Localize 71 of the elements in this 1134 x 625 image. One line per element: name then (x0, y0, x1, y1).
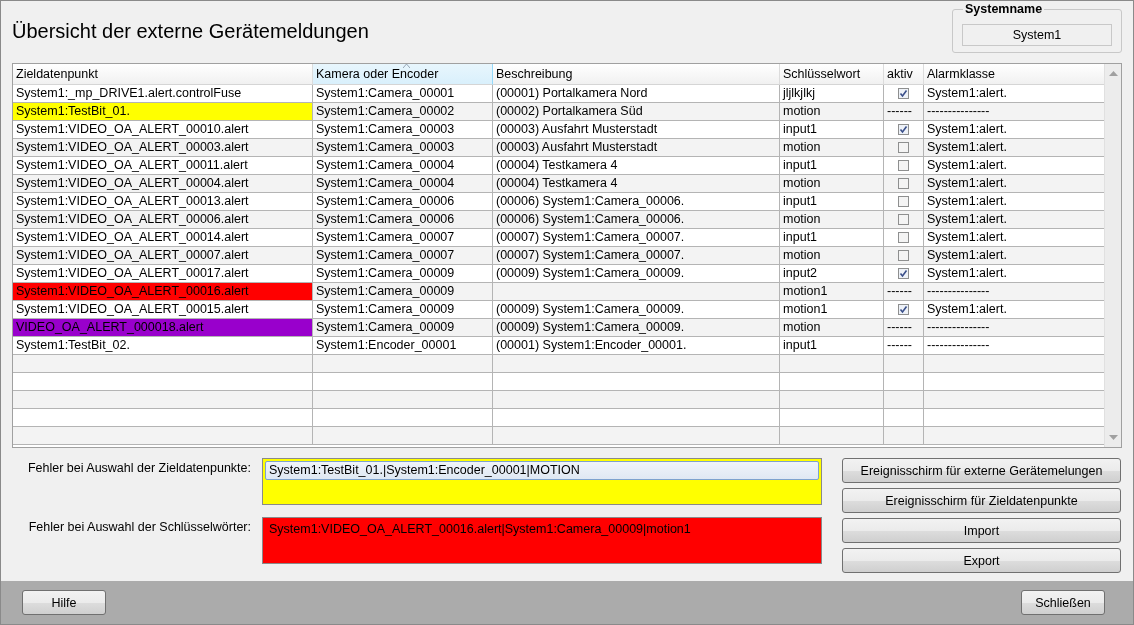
table-cell: System1:Camera_00009 (313, 319, 493, 337)
scrollbar[interactable] (1104, 64, 1121, 447)
checkbox[interactable] (898, 124, 909, 135)
table-cell: ------ (884, 103, 924, 121)
table-row[interactable]: VIDEO_OA_ALERT_000018.alert System1:Camera_00009 (00009) System1:Camera_00009. motion ------ --------------- (13, 319, 1104, 337)
column-header[interactable]: Schlüsselwort (780, 64, 884, 85)
checkbox[interactable] (898, 196, 909, 207)
checkbox[interactable] (898, 178, 909, 189)
table-cell: VIDEO_OA_ALERT_000018.alert (13, 319, 313, 337)
table-cell: (00007) System1:Camera_00007. (493, 247, 780, 265)
checkbox[interactable] (898, 304, 909, 315)
checkbox[interactable] (898, 250, 909, 261)
checkbox[interactable] (898, 160, 909, 171)
action-button[interactable]: Import (842, 518, 1121, 543)
action-button[interactable]: Ereignisschirm für Zieldatenpunkte (842, 488, 1121, 513)
action-button[interactable]: Ereignisschirm für externe Gerätemelungen (842, 458, 1121, 483)
action-button[interactable]: Export (842, 548, 1121, 573)
table-cell: motion (780, 211, 884, 229)
checkbox[interactable] (898, 214, 909, 225)
error-list-item[interactable]: System1:TestBit_01.|System1:Encoder_00001|MOTION (265, 461, 819, 480)
error-label: Fehler bei Auswahl der Schlüsselwörter: (27, 519, 252, 536)
table-cell: System1:VIDEO_OA_ALERT_00006.alert (13, 211, 313, 229)
table-cell: System1:VIDEO_OA_ALERT_00007.alert (13, 247, 313, 265)
table-cell: motion (780, 103, 884, 121)
table-cell: motion (780, 319, 884, 337)
checkbox[interactable] (898, 232, 909, 243)
error-list[interactable]: System1:TestBit_01.|System1:Encoder_00001|MOTION (262, 458, 822, 505)
table-cell: System1:VIDEO_OA_ALERT_00004.alert (13, 175, 313, 193)
group-label: Systemname (963, 2, 1045, 16)
checkbox[interactable] (898, 88, 909, 99)
table-row[interactable]: System1:VIDEO_OA_ALERT_00004.alert System1:Camera_00004 (00004) Testkamera 4 motion System1:alert. (13, 175, 1104, 193)
table-cell: (00009) System1:Camera_00009. (493, 319, 780, 337)
table-cell: motion (780, 175, 884, 193)
table-cell: (00006) System1:Camera_00006. (493, 211, 780, 229)
table-cell: System1:Camera_00003 (313, 139, 493, 157)
table-cell: motion1 (780, 283, 884, 301)
table-cell: System1:Camera_00004 (313, 175, 493, 193)
error-list[interactable]: System1:VIDEO_OA_ALERT_00016.alert|System1:Camera_00009|motion1 (262, 517, 822, 564)
system-name-field: System1 (962, 24, 1112, 46)
help-button[interactable]: Hilfe (22, 590, 106, 615)
table-row[interactable]: System1:TestBit_01. System1:Camera_00002 (00002) Portalkamera Süd motion ------ --------------- (13, 103, 1104, 121)
table-cell: System1:TestBit_01. (13, 103, 313, 121)
table-row[interactable]: System1:VIDEO_OA_ALERT_00007.alert System1:Camera_00007 (00007) System1:Camera_00007. motion System1:alert. (13, 247, 1104, 265)
column-header[interactable]: Beschreibung (493, 64, 780, 85)
column-header[interactable]: Kamera oder Encoder (313, 64, 493, 85)
scroll-down-icon[interactable] (1108, 435, 1118, 441)
table-cell: (00004) Testkamera 4 (493, 175, 780, 193)
close-button[interactable]: Schließen (1021, 590, 1105, 615)
table-row[interactable]: System1:VIDEO_OA_ALERT_00003.alert System1:Camera_00003 (00003) Ausfahrt Musterstadt motion System1:alert. (13, 139, 1104, 157)
table-cell: ------ (884, 283, 924, 301)
table-row[interactable]: System1:VIDEO_OA_ALERT_00006.alert System1:Camera_00006 (00006) System1:Camera_00006. motion System1:alert. (13, 211, 1104, 229)
table-cell: motion (780, 247, 884, 265)
table-cell: ------ (884, 319, 924, 337)
error-label: Fehler bei Auswahl der Zieldatenpunkte: (26, 460, 252, 477)
table-cell: motion (780, 139, 884, 157)
column-header[interactable]: aktiv (884, 64, 924, 85)
table-row[interactable]: System1:VIDEO_OA_ALERT_00016.alert System1:Camera_00009 motion1 ------ --------------- (13, 283, 1104, 301)
table-cell: (00003) Ausfahrt Musterstadt (493, 139, 780, 157)
table-cell: System1:VIDEO_OA_ALERT_00016.alert (13, 283, 313, 301)
table-cell: System1:Camera_00006 (313, 211, 493, 229)
table-cell: System1:Camera_00007 (313, 247, 493, 265)
error-list-item[interactable]: System1:VIDEO_OA_ALERT_00016.alert|System1:Camera_00009|motion1 (265, 520, 819, 539)
column-header[interactable]: Zieldatenpunkt (13, 64, 313, 85)
checkbox[interactable] (898, 142, 909, 153)
window-title: Übersicht der externe Gerätemeldungen (12, 20, 369, 44)
scroll-up-icon[interactable] (1108, 70, 1118, 76)
table-cell: System1:Camera_00009 (313, 283, 493, 301)
checkbox[interactable] (898, 268, 909, 279)
table-cell: System1:Camera_00002 (313, 103, 493, 121)
table-cell: System1:VIDEO_OA_ALERT_00003.alert (13, 139, 313, 157)
table-cell: (00002) Portalkamera Süd (493, 103, 780, 121)
